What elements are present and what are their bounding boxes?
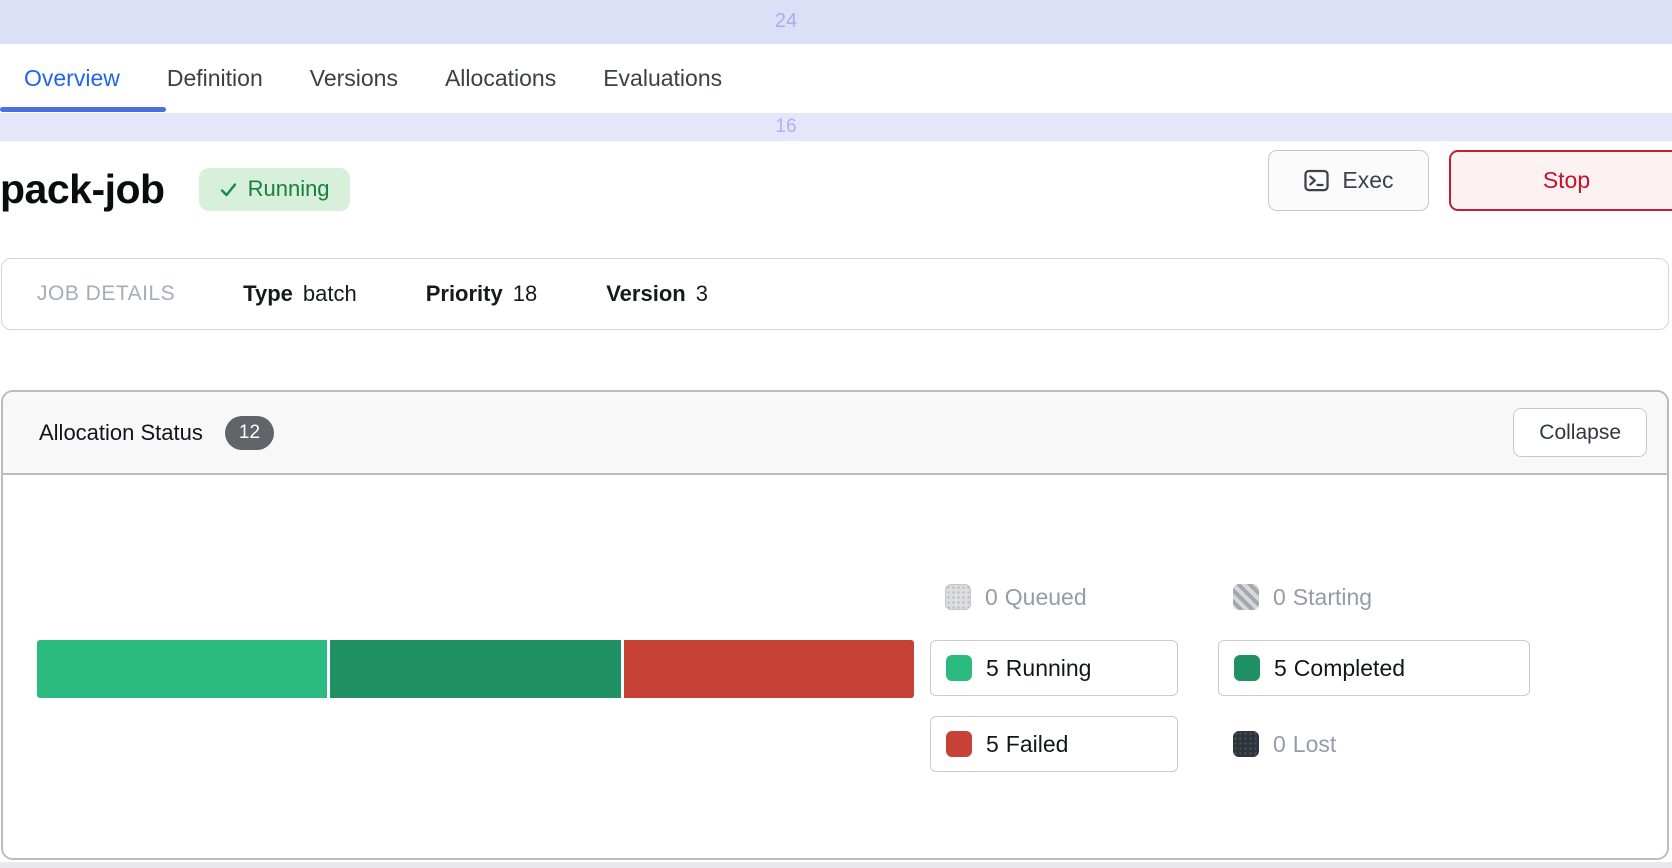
check-icon [219,180,238,199]
legend-starting-text: 0Starting [1273,584,1372,611]
status-badge: Running [199,168,350,211]
detail-type-value: batch [303,281,357,307]
legend-item-queued[interactable]: 0Queued [945,582,1087,612]
allocation-panel-body: 0Queued 0Starting 5Running 5Completed 5F… [3,475,1667,858]
starting-swatch [1233,584,1259,610]
page-title: pack-job [0,166,165,213]
legend-item-failed[interactable]: 5Failed [930,716,1178,772]
queued-swatch [945,584,971,610]
tab-versions[interactable]: Versions [310,65,398,92]
job-tabbar: Overview Definition Versions Allocations… [0,44,1672,113]
completed-swatch [1234,655,1260,681]
bar-segment-completed[interactable] [330,640,620,698]
job-title-row: pack-job Running Exec Stop [0,141,1672,237]
tab-overview[interactable]: Overview [24,65,120,92]
legend-item-running[interactable]: 5Running [930,640,1178,696]
exec-button[interactable]: Exec [1268,150,1429,211]
page-bottom-strip [0,862,1672,868]
detail-priority: Priority 18 [426,281,538,307]
legend-failed-text: 5Failed [986,731,1068,758]
bar-segment-failed[interactable] [624,640,914,698]
top-counter-value: 24 [740,10,832,33]
detail-version-value: 3 [696,281,708,307]
detail-version-name: Version [606,281,685,307]
middle-counter-value: 16 [740,116,832,138]
middle-counter-strip: 16 [0,113,1672,141]
detail-type-name: Type [243,281,293,307]
active-tab-underline [0,107,166,112]
stop-button[interactable]: Stop [1449,150,1672,211]
job-details-label: JOB DETAILS [37,282,175,306]
detail-version: Version 3 [606,281,708,307]
stop-button-label: Stop [1543,167,1590,194]
top-counter-strip: 24 [0,0,1672,44]
lost-swatch [1233,731,1259,757]
bar-segment-running[interactable] [37,640,327,698]
terminal-icon [1303,167,1330,194]
legend-item-starting[interactable]: 0Starting [1233,582,1372,612]
detail-priority-value: 18 [513,281,537,307]
job-details-bar: JOB DETAILS Type batch Priority 18 Versi… [1,258,1669,330]
detail-priority-name: Priority [426,281,503,307]
status-badge-label: Running [248,176,330,202]
failed-swatch [946,731,972,757]
legend-completed-text: 5Completed [1274,655,1405,682]
allocation-bar [37,640,914,698]
allocation-status-panel: Allocation Status 12 Collapse 0Queued 0S… [1,390,1669,860]
detail-type: Type batch [243,281,357,307]
exec-button-label: Exec [1342,167,1393,194]
collapse-button-label: Collapse [1539,421,1621,445]
legend-lost-text: 0Lost [1273,731,1336,758]
legend-item-lost[interactable]: 0Lost [1233,716,1336,772]
collapse-button[interactable]: Collapse [1513,408,1647,457]
allocation-count-badge: 12 [225,416,274,450]
legend-item-completed[interactable]: 5Completed [1218,640,1530,696]
tab-evaluations[interactable]: Evaluations [603,65,722,92]
legend-running-text: 5Running [986,655,1091,682]
allocation-panel-title: Allocation Status [39,420,203,446]
running-swatch [946,655,972,681]
allocation-panel-header: Allocation Status 12 Collapse [3,392,1667,475]
legend-queued-text: 0Queued [985,584,1087,611]
tab-definition[interactable]: Definition [167,65,263,92]
tab-allocations[interactable]: Allocations [445,65,556,92]
